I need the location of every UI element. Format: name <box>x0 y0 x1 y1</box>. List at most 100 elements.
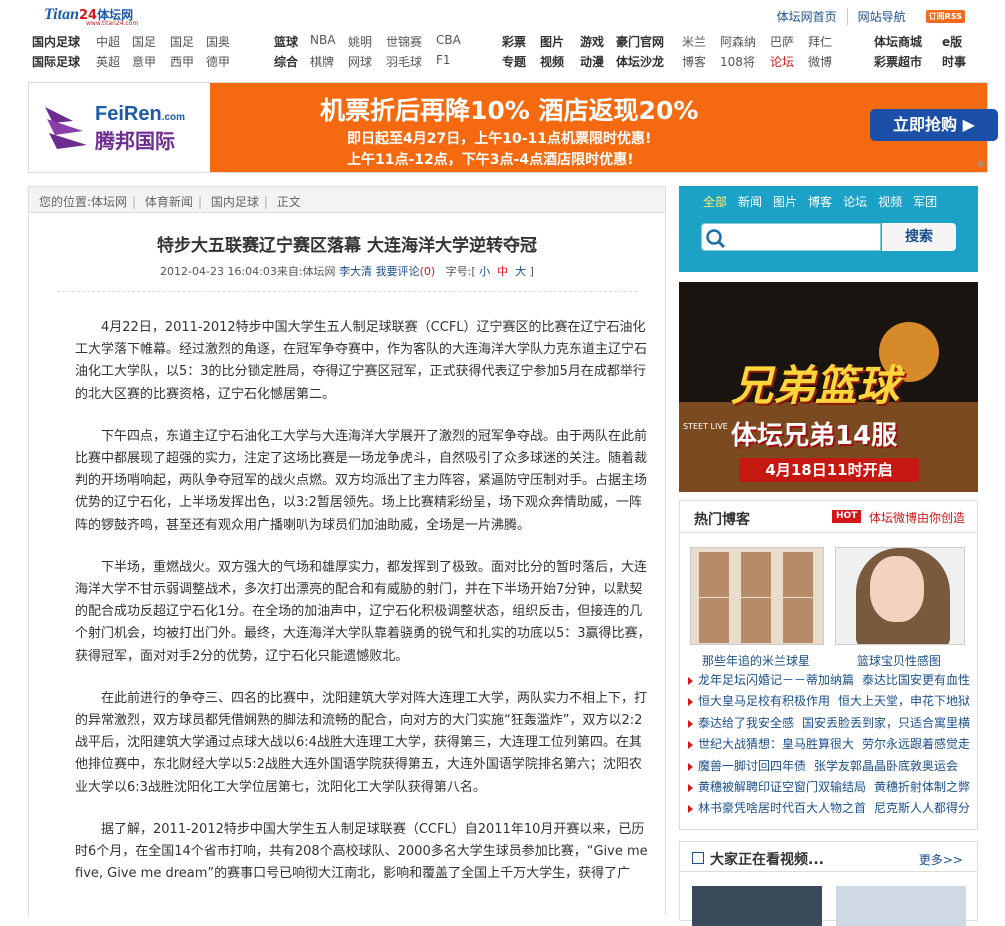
video-thumbnail[interactable] <box>836 886 966 926</box>
nav-link[interactable]: 英超 <box>96 53 120 70</box>
buy-now-button[interactable]: 立即抢购 ▶ <box>870 109 998 141</box>
blog-link[interactable]: 恒大皇马足校有积极作用 <box>698 694 830 708</box>
search-tab-video[interactable]: 视频 <box>878 193 902 210</box>
search-tab-images[interactable]: 图片 <box>773 193 797 210</box>
ad-subtitle: 体坛兄弟14服 <box>731 421 898 451</box>
nav-link[interactable]: 游戏 <box>580 33 604 50</box>
crumb-domestic-football[interactable]: 国内足球 <box>211 195 259 209</box>
nav-link[interactable]: 意甲 <box>132 53 156 70</box>
nav-row-1: 国内足球 中超 国足 国足 国奥 篮球 NBA 姚明 世锦赛 CBA 彩票 图片 游戏 豪门官网 米兰 阿森纳… <box>28 31 988 51</box>
nav-link[interactable]: 国足 <box>170 33 194 50</box>
comment-link[interactable]: 我要评论 <box>376 265 420 278</box>
nav-link[interactable]: 彩票超市 <box>874 53 922 70</box>
site-nav-link[interactable]: 网站导航 <box>848 8 916 25</box>
article-author[interactable]: 李大清 <box>339 265 372 278</box>
nav-link[interactable]: NBA <box>310 33 335 47</box>
more-videos-link[interactable]: 更多>> <box>919 851 963 868</box>
blog-link[interactable]: 泰达比国安更有血性 <box>862 673 970 687</box>
hot-badge: HOT <box>832 510 862 523</box>
nav-link[interactable]: e版 <box>942 33 962 50</box>
blog-link[interactable]: 黄穗被解聘印证空窗门双输结局 <box>698 780 866 794</box>
nav-link[interactable]: F1 <box>436 53 451 67</box>
search-tab-news[interactable]: 新闻 <box>738 193 762 210</box>
nav-link[interactable]: 国足 <box>132 33 156 50</box>
basketball-babe-photo[interactable] <box>835 547 965 645</box>
blog-link[interactable]: 林书豪凭啥居时代百大人物之首 <box>698 801 866 815</box>
crumb-home[interactable]: 您的位置:体坛网 <box>39 195 127 209</box>
nav-link[interactable]: 彩票 <box>502 33 526 50</box>
nav-link[interactable]: 米兰 <box>682 33 706 50</box>
photo-caption-milan[interactable]: 那些年追的米兰球星 <box>702 652 810 669</box>
nav-link[interactable]: 动漫 <box>580 53 604 70</box>
font-medium-button[interactable]: 中 <box>497 265 508 278</box>
nav-link[interactable]: 豪门官网 <box>616 33 664 50</box>
blog-link[interactable]: 张学友郭晶晶卧底敦奥运会 <box>814 759 958 773</box>
nav-link[interactable]: 西甲 <box>170 53 194 70</box>
photo-caption-babe[interactable]: 篮球宝贝性感图 <box>857 652 941 669</box>
search-tab-legion[interactable]: 军团 <box>913 193 937 210</box>
nav-link[interactable]: 专题 <box>502 53 526 70</box>
article-date: 2012-04-23 16:04:03 <box>160 265 277 278</box>
nav-link[interactable]: 论坛 <box>770 53 794 70</box>
nav-link[interactable]: 巴萨 <box>770 33 794 50</box>
blog-link[interactable]: 尼克斯人人都得分 <box>874 801 970 815</box>
hot-blogs-title: 热门博客 <box>694 512 750 528</box>
nav-link[interactable]: 羽毛球 <box>386 53 422 70</box>
blog-link[interactable]: 魔兽一脚讨回四年债 <box>698 759 806 773</box>
nav-link[interactable]: 世锦赛 <box>386 33 422 50</box>
blog-list-item: 泰达给了我安全感 国安丢脸丢到家，只适合寓里横 <box>686 714 976 735</box>
nav-link[interactable]: 国际足球 <box>32 53 80 70</box>
nav-link[interactable]: 体坛沙龙 <box>616 53 664 70</box>
blog-link[interactable]: 龙年足坛闪婚记－－蒂加纳篇 <box>698 673 854 687</box>
nav-link[interactable]: 国内足球 <box>32 33 80 50</box>
nav-link[interactable]: 108将 <box>720 53 755 70</box>
nav-link[interactable]: 国奥 <box>206 33 230 50</box>
nav-link[interactable]: 网球 <box>348 53 372 70</box>
nav-link[interactable]: 拜仁 <box>808 33 832 50</box>
nav-link[interactable]: 视频 <box>540 53 564 70</box>
feiren-banner-ad[interactable]: FeiRen.com 腾邦国际 机票折后再降10% 酒店返现20% 即日起至4月… <box>28 82 998 173</box>
search-tab-all[interactable]: 全部 <box>703 193 727 210</box>
nav-link[interactable]: 中超 <box>96 33 120 50</box>
blog-link[interactable]: 黄穗折射体制之弊 <box>874 780 970 794</box>
home-link[interactable]: 体坛网首页 <box>767 8 848 25</box>
crumb-sports-news[interactable]: 体育新闻 <box>145 195 193 209</box>
nav-link[interactable]: 棋牌 <box>310 53 334 70</box>
font-large-button[interactable]: 大 <box>515 265 526 278</box>
hot-blogs-panel: 热门博客 HOT 体坛微博由你创造 那些年追的米兰球星 篮球宝贝性感图 龙年足坛… <box>679 500 978 830</box>
nav-link[interactable]: 姚明 <box>348 33 372 50</box>
nav-link[interactable]: 阿森纳 <box>720 33 756 50</box>
search-button[interactable]: 搜索 <box>882 223 956 251</box>
blog-link[interactable]: 世纪大战猜想：皇马胜算很大 <box>698 737 854 751</box>
nav-link[interactable]: 综合 <box>274 53 298 70</box>
rss-button[interactable]: 订阅RSS <box>925 10 965 23</box>
nav-link[interactable]: CBA <box>436 33 461 47</box>
blog-list-item: 恒大皇马足校有积极作用 恒大上天堂，申花下地狱 <box>686 692 976 713</box>
nav-link[interactable]: 博客 <box>682 53 706 70</box>
video-thumbnail[interactable] <box>692 886 822 926</box>
search-tab-forum[interactable]: 论坛 <box>843 193 867 210</box>
nav-link[interactable]: 体坛商城 <box>874 33 922 50</box>
nav-link[interactable]: 篮球 <box>274 33 298 50</box>
site-logo[interactable]: Titan24体坛网 www.titan24.com <box>44 6 140 27</box>
milan-stars-photo[interactable] <box>690 547 824 645</box>
font-small-button[interactable]: 小 <box>479 265 490 278</box>
blog-link[interactable]: 恒大上天堂，申花下地狱 <box>838 694 970 708</box>
nav-link[interactable]: 德甲 <box>206 53 230 70</box>
weibo-link[interactable]: 体坛微博由你创造 <box>869 509 965 526</box>
blog-link[interactable]: 劳尔永远跟着感觉走 <box>862 737 970 751</box>
search-box: 全部 新闻 图片 博客 论坛 视频 军团 搜索 <box>679 186 978 272</box>
search-tab-blog[interactable]: 博客 <box>808 193 832 210</box>
nav-link[interactable]: 微博 <box>808 53 832 70</box>
article-meta: 2012-04-23 16:04:03来自:体坛网 李大清 我要评论(0) 字号… <box>160 265 534 278</box>
search-input[interactable] <box>701 223 881 251</box>
buy-now-label: 立即抢购 <box>893 115 958 134</box>
nav-link[interactable]: 时事 <box>942 53 966 70</box>
banner-promo: 机票折后再降10% 酒店返现20% 即日起至4月27日，上午10-11点机票限时… <box>210 83 998 172</box>
blog-link[interactable]: 国安丢脸丢到家，只适合寓里横 <box>802 716 970 730</box>
blog-list-item: 魔兽一脚讨回四年债 张学友郭晶晶卧底敦奥运会 <box>686 757 976 778</box>
nav-row-2: 国际足球 英超 意甲 西甲 德甲 综合 棋牌 网球 羽毛球 F1 专题 视频 动漫 体坛沙龙 博客 108将论… <box>28 51 988 71</box>
nav-link[interactable]: 图片 <box>540 33 564 50</box>
blog-link[interactable]: 泰达给了我安全感 <box>698 716 794 730</box>
basketball-game-ad[interactable]: STEET LIVE 兄弟篮球 体坛兄弟14服 4月18日11时开启 <box>679 282 978 492</box>
